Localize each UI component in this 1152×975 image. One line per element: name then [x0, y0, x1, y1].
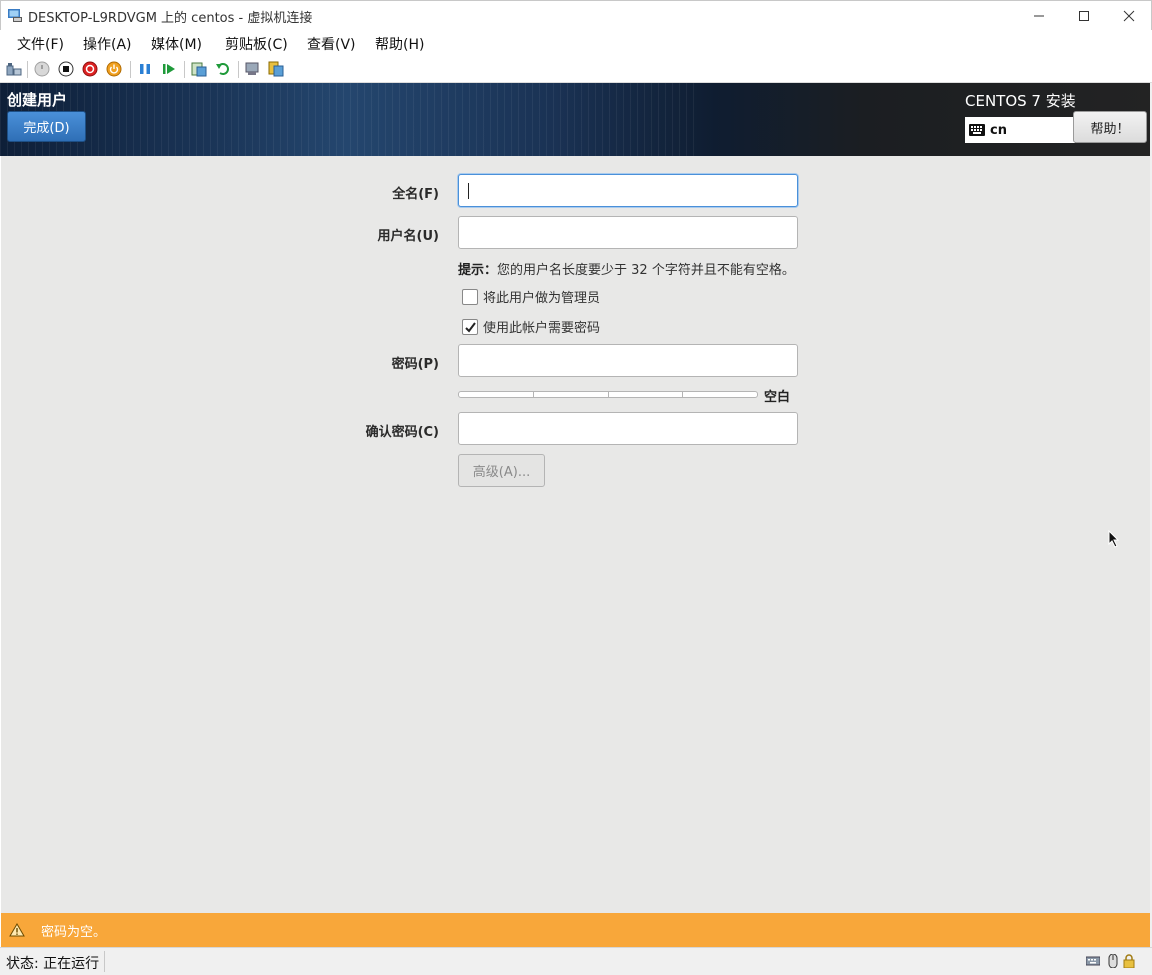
mouse-status-icon	[1108, 954, 1118, 968]
window-title: DESKTOP-L9RDVGM 上的 centos - 虚拟机连接	[28, 11, 313, 26]
create-user-form: 全名(F) 用户名(U) 提示：您的用户名长度要少于 32 个字符并且不能有空格…	[1, 156, 1150, 913]
password-strength-bar	[458, 391, 758, 398]
fullname-label: 全名(F)	[392, 187, 439, 202]
keyboard-layout-text: cn	[990, 122, 1007, 138]
checkpoint-icon[interactable]	[191, 61, 207, 77]
window-titlebar: DESKTOP-L9RDVGM 上的 centos - 虚拟机连接	[0, 0, 1152, 30]
keyboard-layout-indicator[interactable]: cn	[965, 117, 1075, 143]
admin-checkbox[interactable]	[462, 288, 478, 305]
enhanced-session-icon[interactable]	[245, 61, 261, 77]
keyboard-icon	[969, 124, 985, 136]
menu-file[interactable]: 文件(F)	[17, 34, 64, 54]
strength-segment	[609, 392, 684, 397]
done-button[interactable]: 完成(D)	[7, 111, 86, 142]
require-password-checkbox[interactable]	[462, 318, 478, 335]
product-title: CENTOS 7 安装	[965, 92, 1076, 110]
hint-text: 您的用户名长度要少于 32 个字符并且不能有空格。	[497, 263, 795, 278]
ctrl-alt-del-icon[interactable]	[6, 61, 22, 77]
username-hint: 提示：您的用户名长度要少于 32 个字符并且不能有空格。	[458, 259, 795, 278]
password-input[interactable]	[458, 344, 798, 377]
mouse-pointer-icon	[1108, 530, 1120, 548]
confirm-password-label: 确认密码(C)	[365, 425, 439, 440]
toolbar-separator	[130, 61, 131, 78]
menu-clipboard[interactable]: 剪贴板(C)	[225, 34, 288, 54]
minimize-button[interactable]	[1016, 1, 1062, 31]
page-title: 创建用户	[7, 91, 68, 109]
maximize-icon	[1079, 11, 1089, 21]
revert-icon[interactable]	[215, 61, 231, 77]
require-password-checkbox-row[interactable]: 使用此帐户需要密码	[462, 317, 600, 336]
require-password-label: 使用此帐户需要密码	[483, 321, 601, 336]
pause-icon[interactable]	[137, 61, 153, 77]
menu-help[interactable]: 帮助(H)	[375, 34, 424, 54]
close-icon	[1123, 10, 1135, 22]
hint-prefix: 提示：	[458, 263, 498, 278]
strength-segment	[459, 392, 534, 397]
password-label: 密码(P)	[391, 357, 439, 372]
warning-text: 密码为空。	[41, 924, 107, 940]
menu-bar: 文件(F) 操作(A) 媒体(M) 剪贴板(C) 查看(V) 帮助(H)	[0, 30, 1152, 56]
status-separator	[104, 951, 105, 972]
toolbar-separator	[27, 61, 28, 78]
warning-icon	[9, 923, 25, 937]
username-input[interactable]	[458, 216, 798, 249]
confirm-password-input[interactable]	[458, 412, 798, 445]
strength-segment	[534, 392, 609, 397]
admin-checkbox-label: 将此用户做为管理员	[483, 291, 601, 306]
vm-connection-icon	[8, 9, 22, 22]
turn-off-icon[interactable]	[58, 61, 74, 77]
fullname-input[interactable]	[458, 174, 798, 207]
close-button[interactable]	[1106, 1, 1152, 31]
checkmark-icon	[465, 321, 476, 333]
toolbar-separator	[184, 61, 185, 78]
start-icon[interactable]	[34, 61, 50, 77]
advanced-button[interactable]: 高级(A)...	[458, 454, 545, 487]
minimize-icon	[1034, 15, 1044, 17]
help-button[interactable]: 帮助！	[1073, 111, 1147, 143]
toolbar-separator	[238, 61, 239, 78]
menu-action[interactable]: 操作(A)	[83, 34, 132, 54]
resume-icon[interactable]	[161, 61, 177, 77]
strength-segment	[683, 392, 757, 397]
text-caret	[468, 183, 469, 199]
vm-status-text: 状态: 正在运行	[6, 956, 100, 972]
save-state-icon[interactable]	[106, 61, 122, 77]
warning-bar[interactable]: 密码为空。	[1, 913, 1150, 947]
status-bar: 状态: 正在运行	[0, 947, 1152, 975]
header-texture	[0, 83, 700, 156]
menu-media[interactable]: 媒体(M)	[151, 34, 202, 54]
menu-view[interactable]: 查看(V)	[307, 34, 356, 54]
keyboard-status-icon	[1086, 956, 1100, 966]
password-strength-label: 空白	[764, 390, 791, 405]
admin-checkbox-row[interactable]: 将此用户做为管理员	[462, 287, 600, 306]
shutdown-icon[interactable]	[82, 61, 98, 77]
vm-toolbar	[0, 56, 1152, 83]
share-icon[interactable]	[268, 61, 284, 77]
lock-icon	[1123, 954, 1135, 968]
maximize-button[interactable]	[1061, 1, 1107, 31]
username-label: 用户名(U)	[377, 229, 439, 244]
installer-header: 创建用户 完成(D) CENTOS 7 安装 cn 帮助！	[0, 83, 1152, 156]
